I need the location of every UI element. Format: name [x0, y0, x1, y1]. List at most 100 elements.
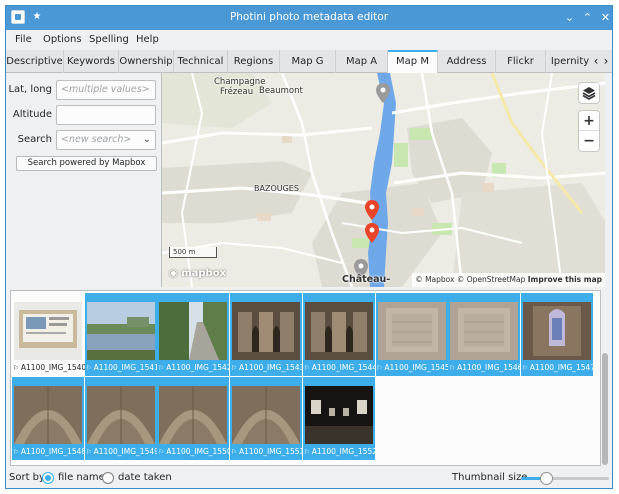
thumbnail-filename: A1100_IMG_1548	[20, 447, 85, 456]
thumbnail-image	[232, 302, 301, 360]
maximize-button[interactable]: ⌃	[580, 10, 595, 25]
thumbnail-item[interactable]: ⚐ A1100_IMG_1552	[302, 377, 376, 460]
layers-control[interactable]	[579, 83, 599, 103]
thumbnail-image	[14, 386, 82, 444]
thumbnail-caption: ⚐ A1100_IMG_1541	[86, 363, 158, 373]
tab-flickr[interactable]: Flickr	[496, 50, 546, 73]
tab-regions[interactable]: Regions	[228, 50, 280, 73]
sort-file-name-radio[interactable]	[42, 472, 54, 484]
tab-scroll-right-icon[interactable]: ›	[601, 54, 611, 68]
tab-map-g[interactable]: Map G	[280, 50, 336, 73]
tab-scroll-left-icon[interactable]: ‹	[591, 54, 601, 68]
thumbnail-size-slider[interactable]	[521, 472, 609, 485]
map-marker-red-2[interactable]	[365, 223, 379, 243]
close-button[interactable]: ✕	[598, 10, 613, 25]
thumbnail-filename: A1100_IMG_1544	[311, 363, 376, 372]
search-combobox[interactable]: <new search> ⌄	[56, 130, 156, 150]
mapbox-logo-text: mapbox	[181, 268, 227, 279]
thumbnail-caption: ⚐ A1100_IMG_1544	[304, 363, 376, 373]
tab-map-m[interactable]: Map M	[388, 50, 438, 74]
thumbnail-item[interactable]: ⚐ A1100_IMG_1544	[302, 293, 376, 376]
thumbnail-item[interactable]: ⚐ A1100_IMG_1545	[375, 293, 449, 376]
tab-ownership[interactable]: Ownership	[119, 50, 174, 73]
thumbnail-filename: A1100_IMG_1550	[166, 447, 231, 456]
tab-descriptive[interactable]: Descriptive	[6, 50, 64, 73]
flag-icon: ⚐	[85, 448, 94, 456]
thumbnail-image	[522, 302, 591, 360]
thumbnail-item[interactable]: ⚐ A1100_IMG_1550	[157, 377, 231, 460]
tab-ipernity[interactable]: Ipernity	[546, 50, 594, 73]
sort-date-taken-radio[interactable]	[102, 472, 114, 484]
slider-handle[interactable]	[539, 472, 553, 485]
tab-map-a[interactable]: Map A	[336, 50, 388, 73]
thumbnail-item[interactable]: ⚐ A1100_IMG_1547	[520, 293, 594, 376]
window-title: Photini photo metadata editor	[229, 11, 389, 23]
attribution-text[interactable]: © Mapbox © OpenStreetMap	[415, 275, 525, 284]
flag-icon: ⚐	[231, 364, 239, 372]
flag-icon: ⚐	[13, 364, 21, 372]
menu-options[interactable]: Options	[43, 34, 82, 45]
flag-icon: ⚐	[13, 448, 21, 456]
flag-icon: ⚐	[521, 364, 530, 372]
map-panel-scrollbar[interactable]	[605, 73, 612, 287]
thumbnail-image	[159, 386, 228, 444]
thumbnail-filename: A1100_IMG_1546	[457, 363, 522, 372]
thumbnail-item[interactable]: ⚐ A1100_IMG_1540	[12, 293, 85, 376]
map-marker-red-1[interactable]	[365, 200, 379, 220]
map-tiles	[162, 73, 605, 287]
latlong-label: Lat, long	[8, 84, 52, 95]
improve-map-link[interactable]: Improve this map	[528, 275, 602, 284]
tab-keywords[interactable]: Keywords	[64, 50, 119, 73]
map-label-beaumont: Beaumont	[259, 86, 303, 96]
thumbnail-filename: A1100_IMG_1540	[20, 363, 85, 372]
sort-file-name-label[interactable]: file name	[58, 472, 105, 483]
zoom-out-button[interactable]: −	[579, 131, 599, 151]
menu-spelling[interactable]: Spelling	[89, 34, 129, 45]
location-panel: Lat, long <multiple values> Altitude Sea…	[6, 73, 161, 287]
thumbnail-item[interactable]: ⚐ A1100_IMG_1551	[230, 377, 303, 460]
minimize-button[interactable]: ⌄	[562, 10, 577, 25]
search-powered-button[interactable]: Search powered by Mapbox	[16, 156, 157, 171]
map-marker-grey-top[interactable]	[376, 83, 390, 103]
thumbnail-image	[159, 302, 228, 360]
menu-bar: File Options Spelling Help	[6, 30, 612, 50]
menu-help[interactable]: Help	[136, 34, 159, 45]
map-view[interactable]: Champagne Frézeau Beaumont BAZOUGES Chât…	[161, 73, 605, 287]
search-placeholder: <new search>	[61, 134, 132, 145]
mapbox-logo[interactable]: ◉ mapbox	[169, 268, 226, 279]
thumbnail-item[interactable]: ⚐ A1100_IMG_1549	[84, 377, 158, 460]
thumbnail-image	[304, 302, 373, 360]
latlong-input[interactable]: <multiple values>	[56, 80, 156, 100]
thumbnail-scrollbar[interactable]	[601, 290, 609, 466]
search-label: Search	[17, 134, 52, 145]
main-window: ★ Photini photo metadata editor ⌄ ⌃ ✕ Fi…	[5, 5, 613, 489]
scrollbar-handle[interactable]	[602, 353, 608, 465]
thumbnail-item[interactable]: ⚐ A1100_IMG_1546	[448, 293, 522, 376]
chevron-down-icon[interactable]: ⌄	[143, 131, 151, 149]
zoom-in-button[interactable]: +	[579, 111, 599, 131]
flag-icon: ⚐	[303, 448, 312, 456]
flag-icon: ⚐	[303, 364, 312, 372]
thumbnail-caption: ⚐ A1100_IMG_1549	[86, 447, 158, 457]
map-label-champagne: Champagne	[214, 77, 266, 87]
menu-file[interactable]: File	[15, 34, 32, 45]
map-scale: 500 m	[169, 247, 217, 258]
thumbnail-caption: ⚐ A1100_IMG_1545	[377, 363, 449, 373]
map-label-chateau: Château-	[342, 274, 391, 285]
title-bar[interactable]: ★ Photini photo metadata editor ⌄ ⌃ ✕	[6, 6, 612, 30]
tab-technical[interactable]: Technical	[174, 50, 228, 73]
tab-address[interactable]: Address	[438, 50, 496, 73]
thumbnail-caption: ⚐ A1100_IMG_1540	[13, 363, 85, 373]
sort-date-taken-label[interactable]: date taken	[118, 472, 172, 483]
thumbnail-item[interactable]: ⚐ A1100_IMG_1543	[230, 293, 304, 376]
thumbnail-item[interactable]: ⚐ A1100_IMG_1542	[157, 293, 230, 376]
thumbnail-item[interactable]: ⚐ A1100_IMG_1548	[12, 377, 85, 460]
thumbnail-item[interactable]: ⚐ A1100_IMG_1541	[84, 293, 158, 376]
thumbnail-image	[232, 386, 301, 444]
altitude-input[interactable]	[56, 105, 156, 125]
layers-icon[interactable]	[579, 83, 599, 103]
thumbnail-filename: A1100_IMG_1543	[239, 363, 304, 372]
thumbnail-size-label: Thumbnail size	[452, 472, 528, 483]
mapbox-logo-icon: ◉	[169, 268, 182, 279]
thumbnail-image	[377, 302, 446, 360]
